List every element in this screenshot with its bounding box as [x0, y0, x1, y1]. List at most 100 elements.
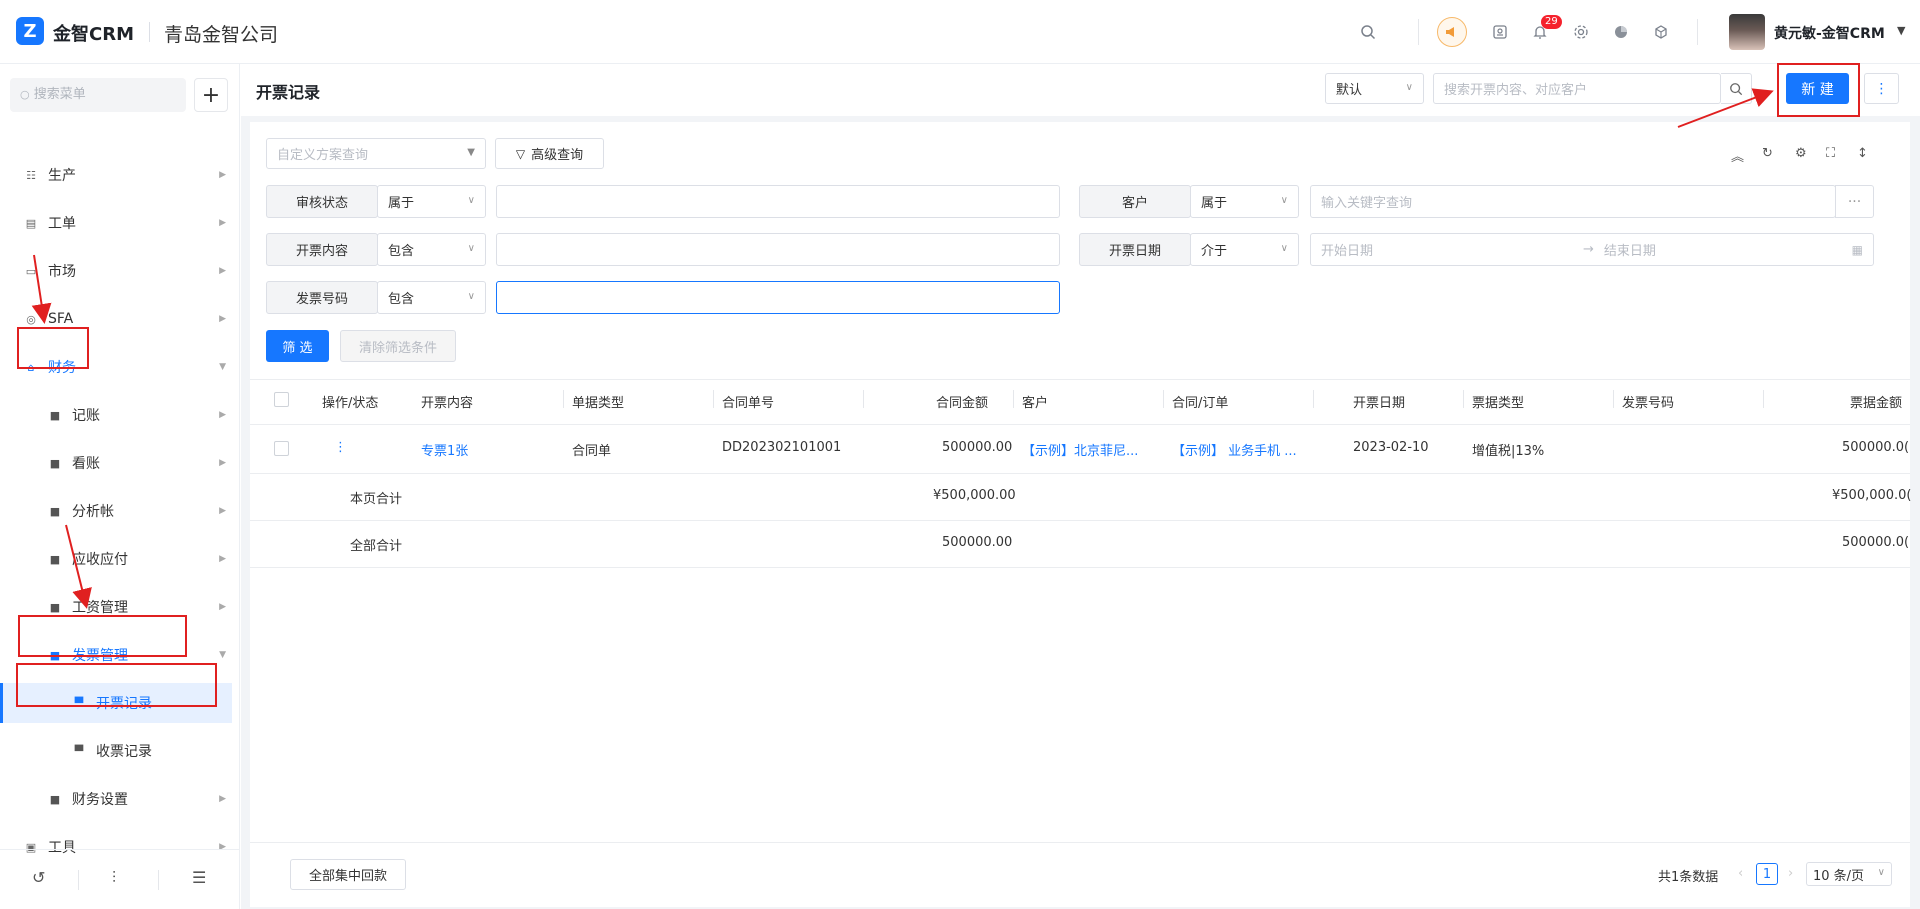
contact-card-icon[interactable] — [1489, 21, 1511, 43]
menu-search-input[interactable]: ○ 搜索菜单 — [10, 78, 186, 112]
pie-chart-icon[interactable] — [1610, 21, 1632, 43]
gear-icon[interactable] — [1570, 21, 1592, 43]
user-name[interactable]: 黄元敏-金智CRM — [1774, 23, 1885, 43]
filter-op-invoice-content[interactable]: 包含 ∨ — [377, 233, 486, 266]
chevron-down-icon: ∨ — [467, 290, 475, 302]
next-page-icon[interactable]: › — [1788, 866, 1793, 881]
column-header[interactable]: 开票日期 — [1353, 392, 1405, 411]
cell-customer[interactable]: 【示例】北京菲尼... — [1022, 440, 1138, 459]
app-brand: 金智CRM — [53, 24, 134, 45]
sidebar-item-production[interactable]: ☷ 生产 ▶ — [0, 155, 232, 195]
calendar-icon: ▦ — [1851, 242, 1863, 257]
divider — [1697, 19, 1698, 45]
sidebar-item-label: 记账 — [72, 408, 100, 424]
collapse-menu-icon[interactable]: ☰ — [192, 868, 206, 887]
chevron-right-icon: ▶ — [219, 602, 226, 612]
sidebar-item-market[interactable]: ▭ 市场 ▶ — [0, 251, 232, 291]
search-button[interactable] — [1721, 73, 1752, 104]
sidebar-bottom-bar: ↺ ⫶ ☰ — [0, 849, 240, 909]
column-header[interactable]: 操作/状态 — [322, 392, 378, 411]
sidebar-item-analysis[interactable]: ■ 分析帐 ▶ — [0, 491, 232, 531]
search-icon[interactable] — [1357, 21, 1379, 43]
date-range-input[interactable]: 开始日期 → 结束日期 ▦ — [1310, 233, 1874, 266]
folder-icon: ■ — [49, 552, 61, 566]
sidebar-item-receivable[interactable]: ■ 应收应付 ▶ — [0, 539, 232, 579]
clear-filter-button[interactable]: 清除筛选条件 — [340, 330, 456, 362]
row-checkbox[interactable] — [274, 441, 289, 456]
search-placeholder: 搜索开票内容、对应客户 — [1444, 83, 1588, 98]
column-header[interactable]: 票据金额 — [1850, 392, 1902, 411]
column-header[interactable]: 合同单号 — [722, 392, 774, 411]
filter-op-audit-status[interactable]: 属于 ∨ — [377, 185, 486, 218]
chevron-right-icon: ▶ — [219, 218, 226, 228]
sidebar-item-workorder[interactable]: ▤ 工单 ▶ — [0, 203, 232, 243]
view-select[interactable]: 默认 ∨ — [1325, 73, 1424, 104]
cell-invoice-content[interactable]: 专票1张 — [421, 440, 468, 459]
column-header[interactable]: 合同/订单 — [1172, 392, 1228, 411]
scheme-select[interactable]: 自定义方案查询 ▼ — [266, 138, 486, 169]
prev-page-icon[interactable]: ‹ — [1738, 866, 1743, 881]
more-options-button[interactable]: ⋮ — [1864, 73, 1899, 104]
cell-order[interactable]: 【示例】 业务手机 ... — [1172, 440, 1297, 459]
add-menu-button[interactable]: + — [194, 78, 228, 112]
history-icon[interactable]: ↺ — [32, 868, 45, 887]
collect-payment-button[interactable]: 全部集中回款 — [290, 859, 406, 890]
sliders-icon[interactable]: ⫶ — [112, 868, 116, 888]
settings-icon[interactable]: ⚙ — [1795, 146, 1807, 161]
filter-op-customer[interactable]: 属于 ∨ — [1190, 185, 1299, 218]
chevron-down-icon: ∨ — [1405, 81, 1413, 93]
filter-value-invoice-content[interactable] — [496, 233, 1060, 266]
cell-invoice-type: 增值税|13% — [1472, 444, 1545, 459]
search-icon — [1730, 82, 1743, 95]
column-header[interactable]: 单据类型 — [572, 392, 624, 411]
sidebar-item-view-account[interactable]: ■ 看账 ▶ — [0, 443, 232, 483]
select-all-checkbox[interactable] — [274, 392, 289, 407]
filter-op-invoice-number[interactable]: 包含 ∨ — [377, 281, 486, 314]
sfa-icon: ◎ — [26, 312, 36, 326]
cell-invoice-amount: 500000.0( — [1842, 440, 1910, 455]
avatar[interactable] — [1729, 14, 1765, 50]
filter-button[interactable]: 筛 选 — [266, 330, 329, 362]
app-logo[interactable]: Z — [16, 17, 44, 45]
collapse-up-icon[interactable]: ︽ — [1731, 146, 1744, 165]
advanced-query-label: 高级查询 — [531, 148, 584, 163]
customer-placeholder: 输入关键字查询 — [1321, 196, 1413, 211]
advanced-query-button[interactable]: ▽ 高级查询 — [495, 138, 604, 169]
sidebar-item-bookkeeping[interactable]: ■ 记账 ▶ — [0, 395, 232, 435]
refresh-icon[interactable]: ↻ — [1762, 146, 1773, 161]
page-size-select[interactable]: 10 条/页 ∨ — [1806, 862, 1892, 886]
filter-label-invoice-number: 发票号码 — [266, 281, 378, 314]
column-divider — [1613, 390, 1614, 408]
filter-value-audit-status[interactable] — [496, 185, 1060, 218]
box-icon: ▀ — [74, 744, 84, 758]
page-total-invoice: ¥500,000.0( — [1832, 488, 1912, 503]
sidebar-item-receipt-records[interactable]: ▀ 收票记录 — [0, 731, 232, 771]
active-indicator — [0, 683, 3, 723]
chevron-right-icon: ▶ — [219, 314, 226, 324]
divider — [250, 473, 1910, 474]
column-header[interactable]: 开票内容 — [421, 392, 473, 411]
sidebar-item-finance-settings[interactable]: ■ 财务设置 ▶ — [0, 779, 232, 819]
fullscreen-icon[interactable]: ⛶ — [1826, 146, 1835, 161]
filter-op-value: 介于 — [1201, 244, 1228, 259]
divider — [158, 870, 159, 890]
menu-search-placeholder: 搜索菜单 — [33, 87, 86, 102]
announcement-icon[interactable] — [1437, 17, 1467, 47]
filter-value-customer[interactable]: 输入关键字查询 — [1310, 185, 1836, 218]
column-header[interactable]: 票据类型 — [1472, 392, 1524, 411]
column-header[interactable]: 客户 — [1022, 392, 1048, 411]
row-height-icon[interactable]: ↕ — [1857, 146, 1868, 161]
row-actions-icon[interactable]: ⋮ — [334, 440, 347, 455]
page-number[interactable]: 1 — [1756, 863, 1778, 885]
customer-more-button[interactable]: ··· — [1835, 185, 1874, 218]
column-header[interactable]: 发票号码 — [1622, 392, 1674, 411]
cube-icon[interactable] — [1650, 21, 1672, 43]
column-header[interactable]: 合同金额 — [936, 392, 988, 411]
column-divider — [563, 390, 564, 408]
caret-down-icon[interactable]: ▼ — [1897, 24, 1905, 37]
arrow-right-icon: → — [1583, 242, 1594, 257]
company-name[interactable]: 青岛金智公司 — [164, 20, 278, 47]
filter-value-invoice-number[interactable] — [496, 281, 1060, 314]
filter-op-invoice-date[interactable]: 介于 ∨ — [1190, 233, 1299, 266]
record-search-input[interactable]: 搜索开票内容、对应客户 — [1433, 73, 1721, 104]
